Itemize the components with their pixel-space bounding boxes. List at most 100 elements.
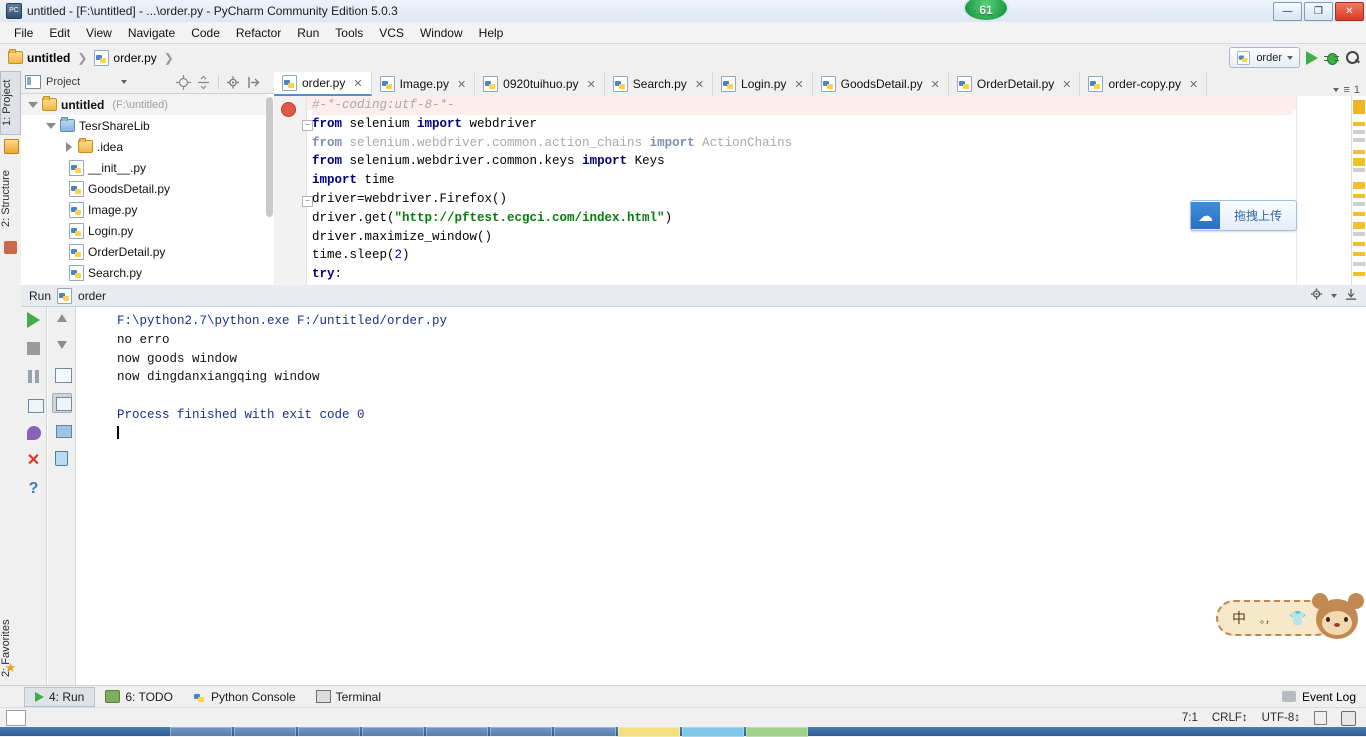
run-configuration-selector[interactable]: order — [1229, 47, 1300, 68]
menu-navigate[interactable]: Navigate — [120, 24, 183, 42]
close-icon[interactable]: ✕ — [587, 78, 596, 91]
breadcrumb-project[interactable]: untitled — [27, 51, 70, 65]
editor-marker-scrollbar[interactable] — [1351, 96, 1366, 285]
menu-tools[interactable]: Tools — [327, 24, 371, 42]
chevron-right-icon[interactable] — [63, 141, 74, 152]
gear-icon[interactable] — [226, 75, 241, 90]
taskbar-button[interactable] — [170, 726, 232, 737]
console-view-icon[interactable] — [25, 396, 44, 414]
tab-orderdetail-py[interactable]: OrderDetail.py ✕ — [948, 72, 1081, 96]
minimize-button[interactable]: — — [1273, 2, 1302, 21]
close-icon[interactable]: ✕ — [353, 77, 362, 90]
pin-icon[interactable] — [25, 424, 43, 442]
tree-item-idea[interactable]: .idea — [21, 136, 268, 157]
bottom-item-terminal[interactable]: Terminal — [306, 688, 391, 706]
close-icon[interactable]: ✕ — [931, 78, 940, 91]
line-separator[interactable]: CRLF↕ — [1212, 712, 1248, 724]
tree-item-init[interactable]: __init__.py — [21, 157, 268, 178]
taskbar-button[interactable] — [234, 726, 296, 737]
arrow-down-icon[interactable] — [53, 339, 71, 357]
database-icon[interactable] — [1341, 710, 1356, 726]
hide-window-icon[interactable] — [1344, 287, 1358, 304]
tree-item-image[interactable]: Image.py — [21, 199, 268, 220]
chevron-down-icon[interactable] — [45, 120, 56, 131]
project-scrollbar[interactable] — [266, 97, 273, 217]
ime-skin-icon[interactable]: 👕 — [1289, 610, 1306, 627]
close-icon[interactable]: ✕ — [794, 78, 803, 91]
event-log-label[interactable]: Event Log — [1302, 690, 1356, 704]
menu-help[interactable]: Help — [471, 24, 512, 42]
menu-edit[interactable]: Edit — [41, 24, 78, 42]
taskbar-button[interactable] — [618, 726, 680, 737]
tree-item-login[interactable]: Login.py — [21, 220, 268, 241]
hide-panel-icon[interactable] — [246, 75, 261, 90]
soft-wrap-icon[interactable] — [53, 366, 72, 384]
memory-indicator[interactable] — [6, 710, 26, 726]
chevron-down-icon[interactable] — [121, 80, 128, 84]
taskbar-button[interactable] — [682, 726, 744, 737]
arrow-up-icon[interactable] — [53, 312, 71, 330]
close-icon[interactable]: ✕ — [1062, 78, 1071, 91]
breadcrumb-file[interactable]: order.py — [113, 51, 156, 65]
tab-order-py[interactable]: order.py ✕ — [274, 72, 372, 96]
editor-gutter[interactable]: − − — [274, 96, 313, 285]
editor-tabs-overflow[interactable]: ≡ 1 — [1333, 84, 1366, 96]
run-config-name[interactable]: order — [78, 289, 106, 303]
tree-item-tesrsharelib[interactable]: TesrShareLib — [21, 115, 268, 136]
stop-button[interactable] — [25, 340, 43, 358]
tab-0920tuihuo-py[interactable]: 0920tuihuo.py ✕ — [475, 72, 605, 96]
menu-window[interactable]: Window — [412, 24, 471, 42]
code-content[interactable]: #-*-coding:utf-8-*- from selenium import… — [312, 96, 1292, 285]
close-x-icon[interactable]: ✕ — [25, 452, 43, 470]
locate-target-icon[interactable] — [176, 74, 192, 90]
menu-vcs[interactable]: VCS — [371, 24, 412, 42]
maximize-button[interactable]: ❐ — [1304, 2, 1333, 21]
chevron-down-icon[interactable] — [27, 99, 38, 110]
close-icon[interactable]: ✕ — [1189, 78, 1198, 91]
lock-icon[interactable] — [1314, 711, 1327, 725]
tab-login-py[interactable]: Login.py ✕ — [713, 72, 813, 96]
rerun-button[interactable] — [25, 312, 43, 330]
taskbar-button[interactable] — [490, 726, 552, 737]
taskbar-button[interactable] — [746, 726, 808, 737]
baidu-upload-widget[interactable]: ☁ 拖拽上传 — [1190, 200, 1297, 231]
caret-position[interactable]: 7:1 — [1182, 712, 1198, 724]
scroll-end-icon[interactable] — [51, 393, 72, 413]
menu-view[interactable]: View — [78, 24, 120, 42]
search-icon[interactable] — [1345, 50, 1361, 65]
menu-file[interactable]: File — [6, 24, 41, 42]
sogou-ime-bar[interactable]: 中 。， 👕 — [1216, 593, 1366, 643]
ime-mode-chinese[interactable]: 中 — [1232, 608, 1246, 628]
printer-icon[interactable] — [53, 422, 72, 440]
bottom-item-todo[interactable]: 6: TODO — [95, 688, 183, 706]
ime-punctuation[interactable]: 。， — [1260, 611, 1275, 626]
upload-label[interactable]: 拖拽上传 — [1220, 207, 1296, 224]
debug-bug-icon[interactable] — [1324, 51, 1339, 65]
close-button[interactable]: ✕ — [1335, 2, 1364, 21]
close-icon[interactable]: ✕ — [695, 78, 704, 91]
menu-code[interactable]: Code — [183, 24, 228, 42]
gear-icon[interactable] — [1310, 287, 1324, 304]
tree-item-orderdetail[interactable]: OrderDetail.py — [21, 241, 268, 262]
menu-run[interactable]: Run — [289, 24, 327, 42]
menu-refactor[interactable]: Refactor — [228, 24, 289, 42]
chevron-down-icon[interactable] — [1331, 293, 1337, 298]
sidebar-item-favorites[interactable]: 2: Favorites — [0, 609, 21, 687]
run-icon[interactable] — [1306, 50, 1318, 65]
tree-item-goodsdetail[interactable]: GoodsDetail.py — [21, 178, 268, 199]
tab-goodsdetail-py[interactable]: GoodsDetail.py ✕ — [812, 72, 949, 96]
collapse-all-icon[interactable] — [196, 75, 211, 90]
chevron-down-icon[interactable] — [1333, 88, 1340, 92]
trash-icon[interactable] — [53, 449, 71, 467]
breakpoint-marker[interactable] — [281, 102, 296, 117]
tree-item-untitled[interactable]: untitled (F:\untitled) — [21, 94, 268, 115]
taskbar-button[interactable] — [362, 726, 424, 737]
file-encoding[interactable]: UTF-8↕ — [1262, 712, 1300, 724]
tab-search-py[interactable]: Search.py ✕ — [604, 72, 714, 96]
close-icon[interactable]: ✕ — [457, 78, 466, 91]
taskbar-button[interactable] — [554, 726, 616, 737]
tab-order-copy-py[interactable]: order-copy.py ✕ — [1080, 72, 1208, 96]
taskbar-button[interactable] — [426, 726, 488, 737]
sidebar-item-project[interactable]: 1: Project — [0, 71, 21, 135]
tab-image-py[interactable]: Image.py ✕ — [371, 72, 476, 96]
